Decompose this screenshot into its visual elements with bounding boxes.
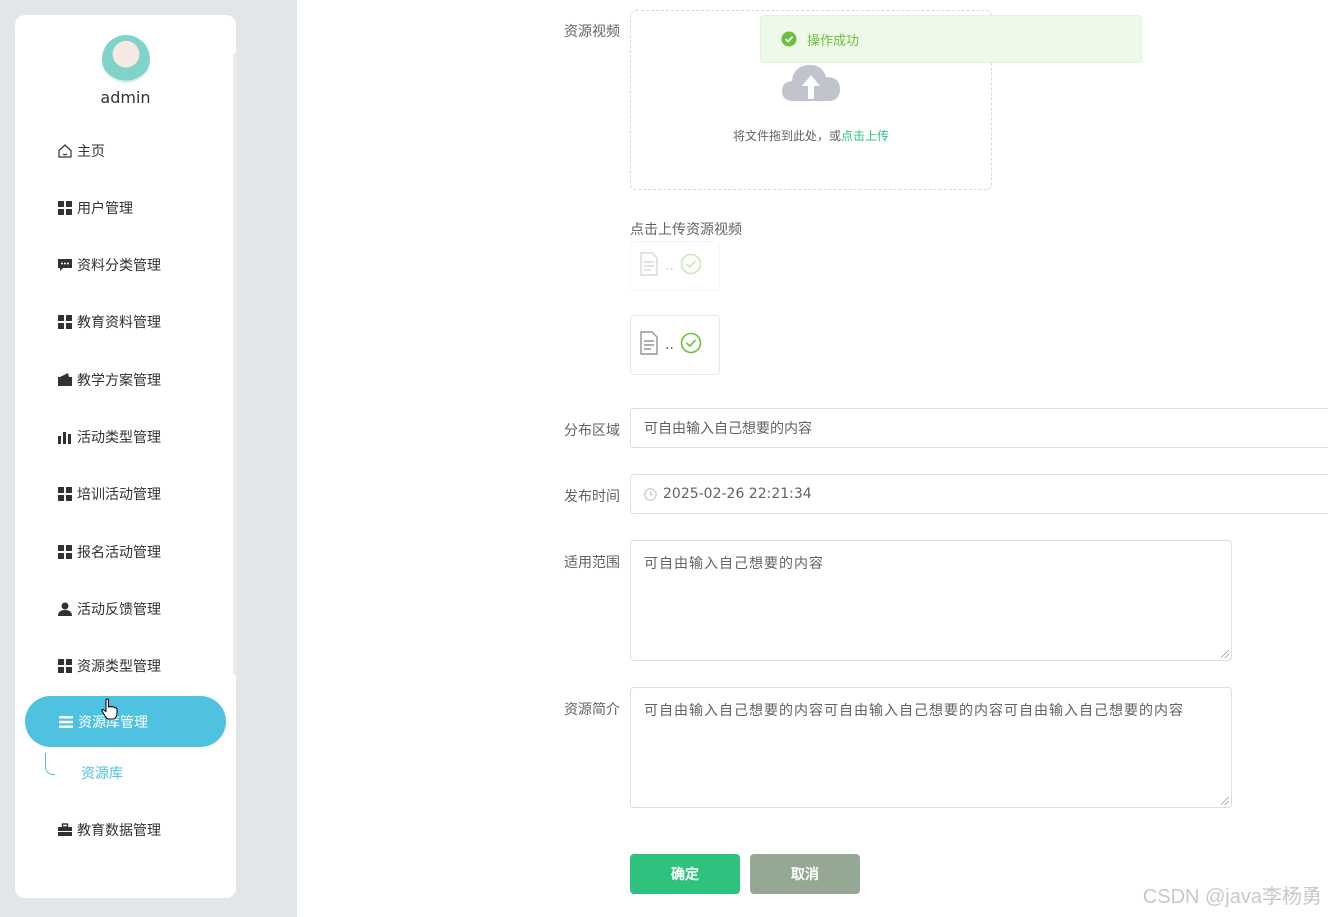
sidebar-subitem-resource-library[interactable]: 资源库 — [81, 763, 123, 783]
grid-icon — [57, 486, 73, 502]
main-content: 资源视频 将文件拖到此处，或点击上传 操作成功 点击上传资源视频 .. .. 分… — [297, 0, 1328, 917]
file-name: .. — [665, 337, 674, 353]
publish-time-label: 发布时间 — [564, 489, 620, 505]
cancel-button[interactable]: 取消 — [750, 854, 860, 894]
sidebar-item-activity-feedback[interactable]: 活动反馈管理 — [57, 597, 161, 621]
clock-icon — [644, 487, 657, 501]
grid-icon — [57, 200, 73, 216]
upload-instruction-text: 将文件拖到此处，或 — [732, 129, 841, 143]
publish-time-value: 2025-02-26 22:21:34 — [663, 486, 812, 502]
avatar[interactable] — [102, 35, 150, 83]
sidebar-item-signup-activity[interactable]: 报名活动管理 — [57, 540, 161, 564]
confirm-button[interactable]: 确定 — [630, 854, 740, 894]
home-icon — [57, 143, 73, 159]
menu-icon — [58, 714, 74, 730]
sidebar-item-label: 教育数据管理 — [77, 823, 161, 839]
document-icon — [639, 252, 659, 280]
sidebar-item-home[interactable]: 主页 — [57, 139, 105, 163]
sidebar-item-training-activity[interactable]: 培训活动管理 — [57, 482, 161, 506]
sidebar-item-label: 活动反馈管理 — [77, 602, 161, 618]
region-input[interactable]: 可自由输入自己想要的内容 — [630, 408, 1328, 448]
wallet-icon — [57, 372, 73, 388]
sidebar-item-education-data[interactable]: 教育数据管理 — [57, 818, 161, 842]
bar-chart-icon — [57, 429, 73, 445]
sidebar: admin 主页 用户管理 资料分类管理 教育资料管理 教学方案管理 活动类型管… — [15, 15, 237, 898]
sidebar-scrollbar[interactable] — [233, 53, 237, 675]
click-upload-link[interactable]: 点击上传 — [841, 129, 889, 143]
grid-icon — [57, 658, 73, 674]
video-label: 资源视频 — [564, 24, 620, 40]
username: admin — [100, 88, 151, 107]
sidebar-item-label: 用户管理 — [77, 201, 133, 217]
intro-label: 资源简介 — [564, 702, 620, 718]
briefcase-icon — [57, 822, 73, 838]
cloud-upload-icon — [780, 61, 842, 107]
watermark: CSDN @java李杨勇 — [1142, 886, 1322, 908]
resize-handle[interactable] — [1221, 650, 1229, 658]
region-input-value: 可自由输入自己想要的内容 — [644, 421, 812, 437]
submenu-connector — [45, 753, 55, 775]
sidebar-item-label: 教育资料管理 — [77, 315, 161, 331]
scope-value: 可自由输入自己想要的内容 — [644, 556, 824, 572]
sidebar-item-activity-type[interactable]: 活动类型管理 — [57, 425, 161, 449]
check-circle-icon — [680, 332, 702, 358]
check-circle-icon — [680, 253, 702, 279]
intro-value: 可自由输入自己想要的内容可自由输入自己想要的内容可自由输入自己想要的内容 — [644, 703, 1184, 719]
sidebar-item-label: 活动类型管理 — [77, 430, 161, 446]
success-toast: 操作成功 — [760, 15, 1142, 63]
sidebar-item-resource-type[interactable]: 资源类型管理 — [57, 654, 161, 678]
chat-icon — [57, 257, 73, 273]
sidebar-item-label: 资料分类管理 — [77, 258, 161, 274]
grid-icon — [57, 314, 73, 330]
user-icon — [57, 601, 73, 617]
intro-textarea[interactable]: 可自由输入自己想要的内容可自由输入自己想要的内容可自由输入自己想要的内容 — [630, 687, 1232, 808]
publish-time-picker[interactable]: 2025-02-26 22:21:34 — [630, 474, 1328, 514]
sidebar-item-user-management[interactable]: 用户管理 — [57, 196, 133, 220]
region-label: 分布区域 — [564, 423, 620, 439]
sidebar-item-resource-library-management[interactable]: 资源库管理 — [25, 696, 226, 747]
resize-handle[interactable] — [1221, 797, 1229, 805]
sidebar-item-label: 主页 — [77, 144, 105, 160]
scope-label: 适用范围 — [564, 555, 620, 571]
document-icon — [639, 331, 659, 359]
sidebar-item-label: 培训活动管理 — [77, 487, 161, 503]
upload-tip: 点击上传资源视频 — [630, 222, 742, 238]
upload-instruction: 将文件拖到此处，或点击上传 — [631, 127, 991, 144]
toast-message: 操作成功 — [807, 33, 860, 49]
check-circle-icon — [781, 31, 797, 47]
file-name: .. — [665, 258, 674, 274]
uploaded-file-card[interactable]: .. — [630, 241, 720, 291]
sidebar-item-teaching-plan[interactable]: 教学方案管理 — [57, 368, 161, 392]
uploaded-file-card[interactable]: .. — [630, 315, 720, 375]
scope-textarea[interactable]: 可自由输入自己想要的内容 — [630, 540, 1232, 661]
sidebar-item-label: 报名活动管理 — [77, 545, 161, 561]
grid-icon — [57, 544, 73, 560]
sidebar-item-label: 资源类型管理 — [77, 659, 161, 675]
sidebar-item-category-management[interactable]: 资料分类管理 — [57, 253, 161, 277]
sidebar-item-education-material[interactable]: 教育资料管理 — [57, 310, 161, 334]
hand-pointer-icon — [101, 698, 119, 724]
sidebar-item-label: 教学方案管理 — [77, 373, 161, 389]
